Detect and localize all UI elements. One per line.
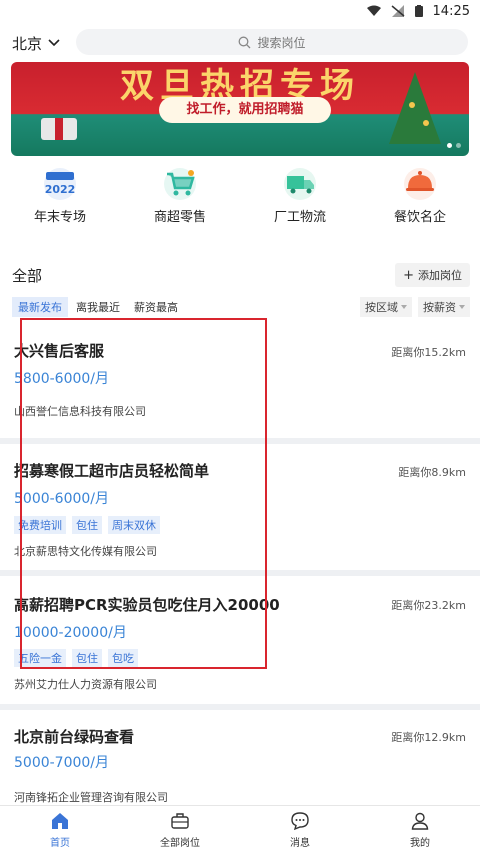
- add-job-button[interactable]: + 添加岗位: [395, 263, 470, 287]
- search-icon: [239, 36, 251, 48]
- section-title: 全部: [12, 266, 43, 285]
- nav-label: 全部岗位: [160, 837, 200, 849]
- tab-nearest[interactable]: 离我最近: [70, 297, 126, 317]
- caret-down-icon: [459, 305, 465, 309]
- gift-ribbon-illustration: [55, 118, 63, 140]
- job-title: 招募寒假工超市店员轻松简单: [14, 462, 210, 480]
- nav-profile[interactable]: 我的: [360, 806, 480, 853]
- caret-down-icon: [401, 305, 407, 309]
- job-salary: 10000-20000/月: [14, 625, 127, 641]
- category-retail[interactable]: 商超零售: [120, 166, 240, 232]
- job-tag: 包住: [72, 516, 102, 534]
- job-company: 北京薪思特文化传媒有限公司: [14, 545, 157, 558]
- job-tag: 周末双休: [108, 516, 160, 534]
- home-icon: [52, 812, 68, 829]
- nav-label: 我的: [410, 837, 430, 849]
- carousel-indicator: [447, 143, 461, 148]
- category-catering[interactable]: 餐饮名企: [360, 166, 480, 232]
- carousel-dot[interactable]: [447, 143, 452, 148]
- job-company: 苏州艾力仕人力资源有限公司: [14, 678, 157, 691]
- briefcase-icon: [171, 812, 189, 829]
- nav-label: 首页: [50, 837, 70, 849]
- job-company: 河南锋拓企业管理咨询有限公司: [14, 791, 168, 804]
- message-icon: [291, 811, 309, 830]
- job-distance: 距离你8.9km: [398, 466, 466, 479]
- job-tag: 包吃: [108, 649, 138, 667]
- city-selector[interactable]: 北京: [12, 33, 72, 54]
- city-label: 北京: [12, 34, 43, 53]
- calendar-2022-icon: 2022: [44, 168, 76, 200]
- job-tags: 五险一金 包住 包吃: [14, 649, 138, 667]
- job-card[interactable]: 招募寒假工超市店员轻松简单 距离你8.9km 5000-6000/月 免费培训 …: [0, 444, 480, 570]
- job-salary: 5000-7000/月: [14, 755, 110, 771]
- area-filter-label: 按区域: [365, 301, 398, 314]
- user-icon: [411, 812, 429, 830]
- job-tag: 五险一金: [14, 649, 66, 667]
- search-input[interactable]: 搜索岗位: [76, 29, 468, 55]
- truck-icon: [284, 168, 316, 200]
- nav-messages[interactable]: 消息: [240, 806, 360, 853]
- job-distance: 距离你23.2km: [391, 599, 466, 612]
- status-bar: 14:25: [0, 0, 480, 22]
- category-grid: 2022 年末专场 商超零售 厂工物流 餐饮名企: [0, 166, 480, 232]
- wifi-icon: [366, 5, 381, 16]
- nav-label: 消息: [290, 837, 310, 849]
- promo-banner[interactable]: 双旦热招专场 找工作，就用招聘猫: [11, 62, 469, 156]
- salary-filter-dropdown[interactable]: 按薪资: [418, 297, 470, 317]
- category-label: 餐饮名企: [393, 210, 446, 225]
- job-salary: 5000-6000/月: [14, 491, 110, 507]
- category-label: 厂工物流: [273, 210, 326, 225]
- ornament-dot: [409, 102, 415, 108]
- top-bar: 北京 搜索岗位: [0, 26, 480, 60]
- area-filter-dropdown[interactable]: 按区域: [360, 297, 412, 317]
- filter-bar: 最新发布 离我最近 薪资最高 按区域 按薪资: [12, 297, 470, 317]
- job-title: 高薪招聘PCR实验员包吃住月入20000: [14, 596, 280, 614]
- category-year-end[interactable]: 2022 年末专场: [0, 166, 120, 232]
- ornament-dot: [423, 120, 429, 126]
- category-label: 商超零售: [153, 210, 206, 225]
- job-title: 北京前台绿码查看: [14, 728, 135, 746]
- nav-all-jobs[interactable]: 全部岗位: [120, 806, 240, 853]
- banner-subtitle: 找工作，就用招聘猫: [159, 97, 331, 123]
- plus-icon: +: [403, 267, 414, 283]
- signal-icon: [391, 5, 405, 17]
- job-tags: 免费培训 包住 周末双休: [14, 516, 160, 534]
- job-tag: 包住: [72, 649, 102, 667]
- christmas-tree-illustration: [389, 72, 441, 144]
- job-title: 大兴售后客服: [14, 342, 105, 360]
- battery-icon: [414, 5, 423, 17]
- food-cloche-icon: [404, 168, 436, 200]
- shopping-cart-icon: [164, 168, 196, 200]
- bottom-nav: 首页 全部岗位 消息 我的: [0, 805, 480, 853]
- carousel-dot[interactable]: [456, 143, 461, 148]
- job-card[interactable]: 北京前台绿码查看 距离你12.9km 5000-7000/月 河南锋拓企业管理咨…: [0, 710, 480, 805]
- category-label: 年末专场: [33, 210, 86, 225]
- job-company: 山西誉仁信息科技有限公司: [14, 405, 146, 418]
- nav-home[interactable]: 首页: [0, 806, 120, 853]
- job-distance: 距离你12.9km: [391, 731, 466, 744]
- add-job-label: 添加岗位: [418, 269, 462, 282]
- job-card[interactable]: 高薪招聘PCR实验员包吃住月入20000 距离你23.2km 10000-200…: [0, 576, 480, 704]
- tab-latest[interactable]: 最新发布: [12, 297, 68, 317]
- job-distance: 距离你15.2km: [391, 346, 466, 359]
- job-salary: 5800-6000/月: [14, 371, 110, 387]
- category-logistics[interactable]: 厂工物流: [240, 166, 360, 232]
- search-placeholder: 搜索岗位: [257, 35, 306, 50]
- chevron-down-icon: [48, 39, 60, 47]
- svg-text:2022: 2022: [45, 183, 76, 196]
- tab-highest-salary[interactable]: 薪资最高: [128, 297, 184, 317]
- section-header: 全部 + 添加岗位: [12, 262, 470, 288]
- status-time: 14:25: [432, 3, 470, 19]
- salary-filter-label: 按薪资: [423, 301, 456, 314]
- job-tag: 免费培训: [14, 516, 66, 534]
- job-card[interactable]: 大兴售后客服 距离你15.2km 5800-6000/月 山西誉仁信息科技有限公…: [0, 322, 480, 438]
